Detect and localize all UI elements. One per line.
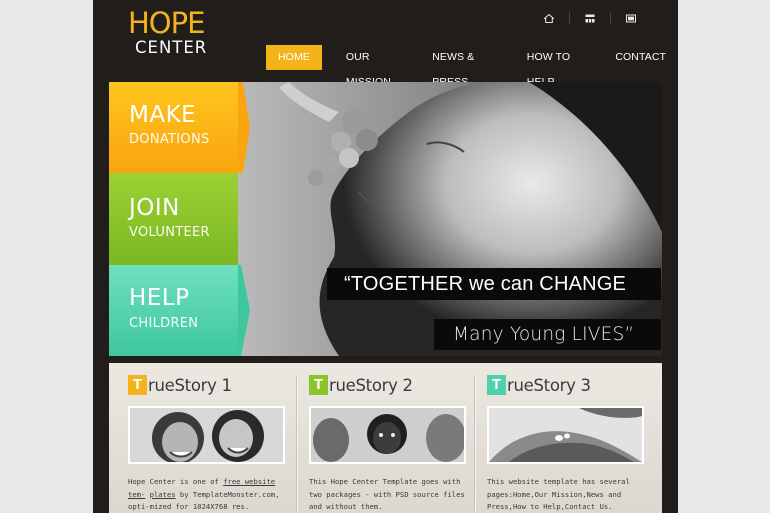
make-donations-panel[interactable]: MAKE DONATIONS <box>109 82 238 173</box>
nav-home[interactable]: HOME <box>266 45 322 70</box>
nav-news-press[interactable]: NEWS & PRESS <box>432 45 503 88</box>
true-stories-section: T rueStory 1 Hope Center is one of free … <box>109 363 662 513</box>
help-title: HELP <box>129 285 190 311</box>
story-heading[interactable]: T rueStory 1 <box>128 375 232 395</box>
hero-quote-line1: “TOGETHER we can CHANGE <box>327 268 661 300</box>
help-subtitle: CHILDREN <box>129 316 199 331</box>
story-text-part: Hope Center is one of <box>128 477 224 486</box>
make-subtitle: DONATIONS <box>129 132 210 147</box>
nav-contact[interactable]: CONTACT <box>615 45 666 70</box>
mail-icon[interactable] <box>617 11 645 25</box>
help-children-panel[interactable]: HELP CHILDREN <box>109 265 238 356</box>
hero-quote-line2: Many Young LIVES” <box>434 319 661 350</box>
story-text: This Hope Center Template goes with two … <box>309 477 465 511</box>
make-arrow <box>238 82 250 173</box>
story-thumbnail[interactable] <box>309 406 466 464</box>
make-title: MAKE <box>129 102 197 128</box>
icon-separator <box>610 12 611 24</box>
top-icons <box>535 11 645 25</box>
help-arrow <box>238 265 250 356</box>
story-badge: T <box>309 375 328 395</box>
logo-line1: HOPE <box>128 6 205 40</box>
story-title: rueStory 3 <box>507 375 591 395</box>
site-container: HOPE CENTER HOME OUR MISSION NEWS & PRES… <box>93 0 678 513</box>
story-title: rueStory 2 <box>329 375 413 395</box>
story-badge: T <box>487 375 506 395</box>
logo-line2: CENTER <box>135 38 208 57</box>
story-thumbnail[interactable] <box>128 406 285 464</box>
sitemap-icon[interactable] <box>576 11 604 25</box>
true-story-2: T rueStory 2 This Hope Center Template g… <box>290 363 466 513</box>
story-heading[interactable]: T rueStory 2 <box>309 375 413 395</box>
join-subtitle: VOLUNTEER <box>129 225 210 240</box>
join-volunteer-panel[interactable]: JOIN VOLUNTEER <box>109 173 238 265</box>
home-icon[interactable] <box>535 11 563 25</box>
nav-how-to-help[interactable]: HOW TO HELP <box>527 45 592 88</box>
true-story-1: T rueStory 1 Hope Center is one of free … <box>109 363 285 513</box>
story-title: rueStory 1 <box>148 375 232 395</box>
story-text: This website template has several pages:… <box>487 477 630 511</box>
logo[interactable]: HOPE CENTER <box>128 9 207 57</box>
true-story-3: T rueStory 3 This website template has s… <box>468 363 644 513</box>
hero-banner: MAKE DONATIONS JOIN VOLUNTEER HELP CHILD… <box>109 82 662 356</box>
story-text: Hope Center is one of free website tem- … <box>128 476 290 513</box>
story-badge: T <box>128 375 147 395</box>
templates-link[interactable]: plates <box>150 490 176 499</box>
join-title: JOIN <box>129 195 180 221</box>
story-heading[interactable]: T rueStory 3 <box>487 375 591 395</box>
story-thumbnail[interactable] <box>487 406 644 464</box>
main-nav: HOME OUR MISSION NEWS & PRESS HOW TO HEL… <box>266 45 678 88</box>
nav-our-mission[interactable]: OUR MISSION <box>346 45 408 88</box>
icon-separator <box>569 12 570 24</box>
